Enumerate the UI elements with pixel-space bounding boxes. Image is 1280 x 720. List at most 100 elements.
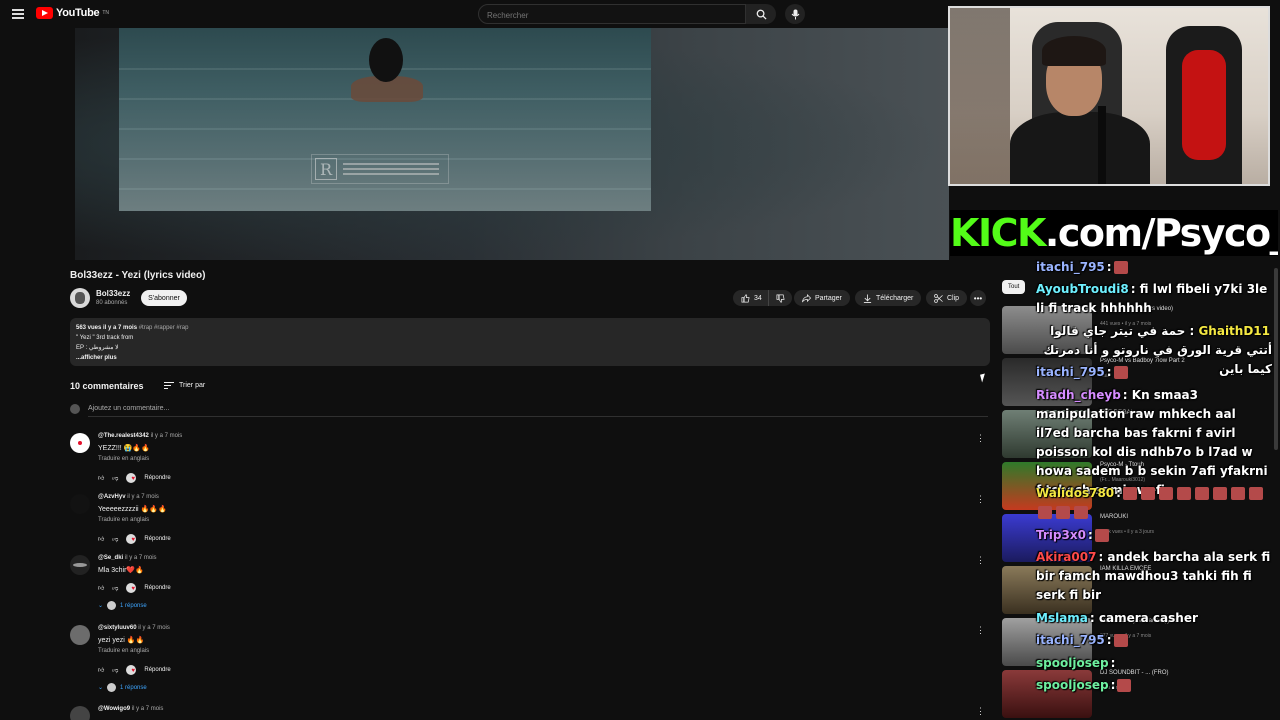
- comment-text: YEZZ!!! 😭🔥🔥: [98, 445, 150, 452]
- more-actions-button[interactable]: •••: [970, 290, 986, 306]
- comment-avatar[interactable]: [70, 433, 90, 453]
- view-replies-button[interactable]: ⌄ 1 réponse: [98, 683, 147, 692]
- comment-like-icon[interactable]: 👍︎: [98, 666, 104, 674]
- comment-menu-icon[interactable]: ⋮: [976, 555, 985, 566]
- reply-button[interactable]: Répondre: [144, 667, 170, 673]
- chat-emote-icon: [1140, 487, 1155, 500]
- chat-emote-icon: [1074, 506, 1088, 519]
- microphone-stand: [1098, 106, 1106, 184]
- youtube-play-icon: [36, 7, 53, 19]
- video-description[interactable]: 563 vues il y a 7 mois #trap #rapper #ra…: [70, 318, 990, 366]
- comment-text: yezi yezi 🔥🔥: [98, 637, 145, 644]
- chat-message: spooljosep:: [1036, 676, 1133, 695]
- chat-message: Mslama: camera casher: [1036, 609, 1198, 628]
- description-line-2: EP : لا مشروطي: [76, 345, 119, 351]
- chat-emote-icon: [1113, 366, 1128, 379]
- chat-username: Trip3x0: [1036, 528, 1086, 542]
- translate-link[interactable]: Traduire en anglais: [98, 517, 149, 523]
- chat-emote-icon: [1248, 487, 1263, 500]
- comment-menu-icon[interactable]: ⋮: [976, 625, 985, 636]
- comment-time[interactable]: il y a 7 mois: [127, 494, 159, 500]
- comment-time[interactable]: il y a 7 mois: [151, 433, 183, 439]
- comment-time[interactable]: il y a 7 mois: [125, 555, 157, 561]
- download-button[interactable]: Télécharger: [855, 290, 922, 306]
- translate-link[interactable]: Traduire en anglais: [98, 648, 149, 654]
- search-button[interactable]: [746, 4, 776, 24]
- replies-count: 1 réponse: [120, 684, 147, 691]
- video-title: Bol33ezz - Yezi (lyrics video): [70, 270, 206, 281]
- view-replies-button[interactable]: ⌄ 1 réponse: [98, 601, 147, 610]
- show-more-link[interactable]: ...afficher plus: [76, 355, 117, 361]
- channel-avatar[interactable]: [70, 288, 90, 308]
- subscribe-button[interactable]: S'abonner: [141, 290, 187, 306]
- translate-link[interactable]: Traduire en anglais: [98, 456, 149, 462]
- download-icon: [863, 293, 872, 303]
- comment-author[interactable]: @sixtyluuv60: [98, 625, 137, 631]
- like-button[interactable]: 34: [733, 290, 768, 306]
- search-box[interactable]: [478, 4, 746, 25]
- comment-dislike-icon[interactable]: 👎︎: [112, 474, 118, 482]
- comment-menu-icon[interactable]: ⋮: [976, 433, 985, 444]
- gaming-chair-right: [1166, 26, 1242, 184]
- channel-name[interactable]: Bol33ezz: [96, 289, 130, 298]
- comment-time[interactable]: il y a 7 mois: [132, 706, 164, 712]
- comment-like-icon[interactable]: 👍︎: [98, 474, 104, 482]
- hamburger-menu-icon[interactable]: [10, 6, 26, 22]
- comment-author[interactable]: @The.realest4342: [98, 433, 149, 439]
- reply-button[interactable]: Répondre: [144, 475, 170, 481]
- comment-dislike-icon[interactable]: 👎︎: [112, 584, 118, 592]
- chat-emote-icon: [1038, 506, 1052, 519]
- comment-avatar[interactable]: [70, 706, 90, 720]
- chat-emote-icon: [1212, 487, 1227, 500]
- comment-like-icon[interactable]: 👍︎: [98, 584, 104, 592]
- chat-emote-icon: [1230, 487, 1245, 500]
- reply-button[interactable]: Répondre: [144, 585, 170, 591]
- comment-like-icon[interactable]: 👍︎: [98, 535, 104, 543]
- comment-author[interactable]: @AzvHyv: [98, 494, 126, 500]
- hashtags[interactable]: #trap #rapper #rap: [139, 325, 189, 331]
- swimmer-figure: [369, 38, 403, 82]
- kick-channel-banner: KICK.com/Psyco_M: [950, 210, 1278, 256]
- sort-button[interactable]: Trier par: [164, 380, 205, 391]
- chat-username: spooljosep: [1036, 656, 1109, 670]
- creator-heart-icon: [126, 583, 137, 593]
- chat-message: Akira007: andek barcha ala serk fi bir f…: [1036, 548, 1272, 605]
- comment-dislike-icon[interactable]: 👎︎: [112, 666, 118, 674]
- mouse-cursor-icon: [980, 373, 987, 383]
- youtube-logo[interactable]: YouTube TN: [36, 7, 109, 19]
- chat-username: Akira007: [1036, 550, 1097, 564]
- clip-label: Clip: [947, 294, 960, 302]
- chat-message: Trip3x0:: [1036, 526, 1111, 545]
- share-icon: [802, 293, 811, 302]
- chat-username: spooljosep: [1036, 678, 1109, 692]
- description-line-1: " Yezi " 3rd track from: [76, 335, 134, 341]
- comment-author[interactable]: @Se_dki: [98, 555, 123, 561]
- chat-username: GhaithD11: [1198, 324, 1270, 338]
- chat-username: Walidos780: [1036, 486, 1115, 500]
- comment-menu-icon[interactable]: ⋮: [976, 494, 985, 505]
- comment-dislike-icon[interactable]: 👎︎: [112, 535, 118, 543]
- comment-menu-icon[interactable]: ⋮: [976, 706, 985, 717]
- user-avatar: [70, 404, 80, 414]
- recommended-meta: 2,1 k vues • il y a 3 jours: [1100, 529, 1154, 535]
- add-comment-input[interactable]: Ajoutez un commentaire...: [88, 405, 169, 412]
- comment-time[interactable]: il y a 7 mois: [138, 625, 170, 631]
- video-player[interactable]: R: [75, 28, 949, 260]
- voice-search-button[interactable]: [785, 4, 805, 24]
- chat-message: itachi_795:: [1036, 258, 1130, 277]
- creator-heart-icon: [126, 473, 137, 483]
- comment-avatar[interactable]: [70, 555, 90, 575]
- comment-author[interactable]: @Wowigo9: [98, 706, 130, 712]
- chat-text: :: [1110, 678, 1116, 692]
- sidebar-scrollbar[interactable]: [1274, 268, 1278, 450]
- filter-chip-all[interactable]: Tout: [1002, 280, 1026, 294]
- reply-avatar: [107, 683, 117, 692]
- reply-avatar: [107, 601, 117, 610]
- reply-button[interactable]: Répondre: [144, 536, 170, 542]
- comment-avatar[interactable]: [70, 494, 90, 514]
- comment-avatar[interactable]: [70, 625, 90, 645]
- dislike-button[interactable]: [767, 290, 792, 306]
- clip-button[interactable]: Clip: [926, 290, 968, 306]
- share-button[interactable]: Partager: [794, 290, 850, 306]
- search-input[interactable]: [479, 6, 745, 25]
